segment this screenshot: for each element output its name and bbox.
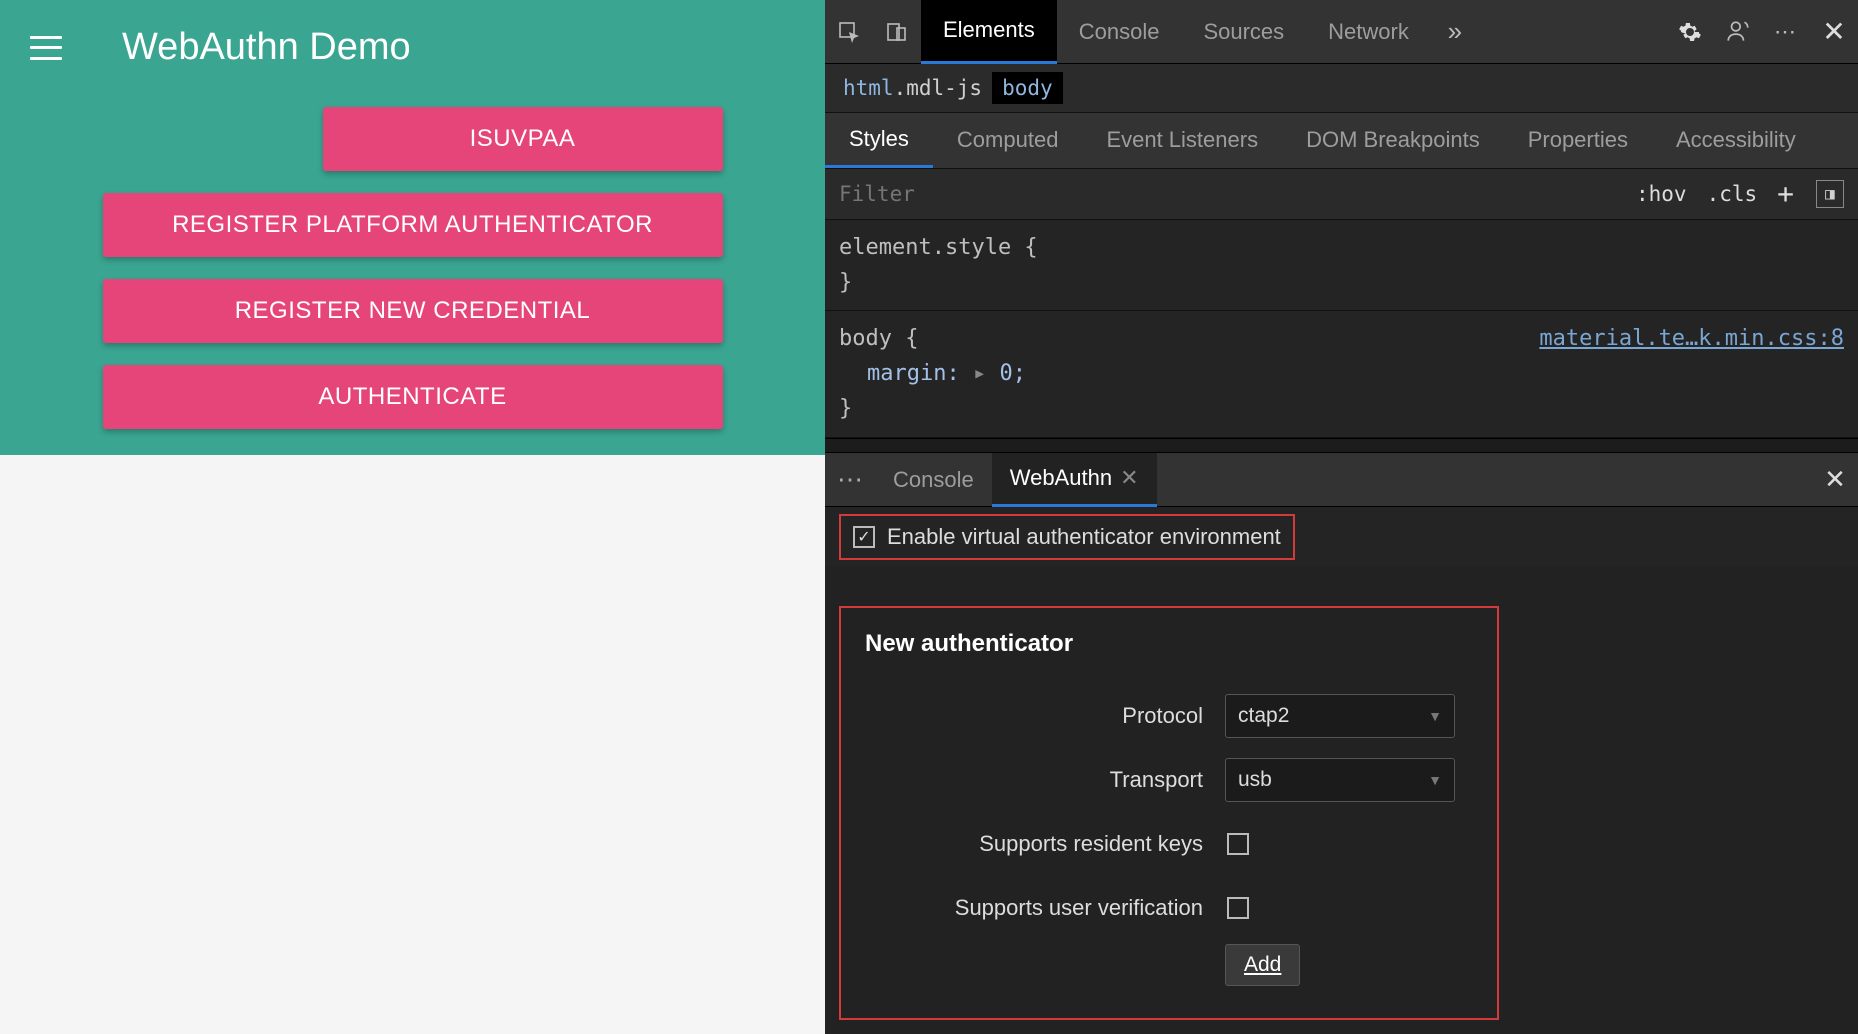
drawer-menu-icon[interactable]: ⋯ <box>825 464 875 495</box>
enable-virtual-auth-label: Enable virtual authenticator environment <box>887 524 1281 550</box>
kebab-menu-icon[interactable]: ⋯ <box>1762 8 1810 56</box>
drawer-tab-webauthn[interactable]: WebAuthn ✕ <box>992 453 1157 507</box>
new-style-rule-icon[interactable]: + <box>1777 177 1794 210</box>
devtools-pane: Elements Console Sources Network » ⋯ ✕ h… <box>825 0 1858 1034</box>
close-devtools-icon[interactable]: ✕ <box>1810 8 1858 56</box>
webauthn-panel: New authenticator Protocol ctap2 ▼ Trans… <box>825 566 1858 1034</box>
protocol-label: Protocol <box>865 703 1225 729</box>
toggle-sidebar-icon[interactable]: ◨ <box>1816 180 1844 208</box>
app-titlebar: WebAuthn Demo <box>0 0 825 89</box>
app-header: WebAuthn Demo ISUVPAA REGISTER PLATFORM … <box>0 0 825 455</box>
transport-value: usb <box>1238 768 1272 792</box>
tab-sources[interactable]: Sources <box>1181 0 1306 64</box>
menu-icon[interactable] <box>30 36 62 60</box>
resident-keys-label: Supports resident keys <box>865 831 1225 857</box>
user-verification-row: Supports user verification <box>865 880 1473 936</box>
isuvpaa-button[interactable]: ISUVPAA <box>323 107 723 171</box>
protocol-select[interactable]: ctap2 ▼ <box>1225 694 1455 738</box>
tab-console[interactable]: Console <box>1057 0 1182 64</box>
protocol-row: Protocol ctap2 ▼ <box>865 688 1473 744</box>
inspect-element-icon[interactable] <box>825 8 873 56</box>
transport-row: Transport usb ▼ <box>865 752 1473 808</box>
tab-elements[interactable]: Elements <box>921 0 1057 64</box>
css-rules: element.style { } material.te…k.min.css:… <box>825 220 1858 438</box>
close-tab-icon[interactable]: ✕ <box>1120 465 1138 491</box>
tab-network[interactable]: Network <box>1306 0 1431 64</box>
breadcrumb-html[interactable]: html.mdl-js <box>843 76 982 100</box>
enable-virtual-auth-checkbox[interactable]: ✓ <box>853 526 875 548</box>
subtab-properties[interactable]: Properties <box>1504 112 1652 168</box>
new-authenticator-card: New authenticator Protocol ctap2 ▼ Trans… <box>839 606 1499 1020</box>
feedback-icon[interactable] <box>1714 8 1762 56</box>
subtab-accessibility[interactable]: Accessibility <box>1652 112 1820 168</box>
drawer-tab-webauthn-label: WebAuthn <box>1010 465 1112 491</box>
breadcrumb-body[interactable]: body <box>992 72 1063 104</box>
styles-filter-row: :hov .cls + ◨ <box>825 169 1858 220</box>
rule-body[interactable]: material.te…k.min.css:8 body { margin: ▸… <box>825 311 1858 438</box>
protocol-value: ctap2 <box>1238 704 1289 728</box>
transport-select[interactable]: usb ▼ <box>1225 758 1455 802</box>
panel-divider[interactable] <box>825 438 1858 454</box>
devtools-topbar: Elements Console Sources Network » ⋯ ✕ <box>825 0 1858 64</box>
styles-subtabs: Styles Computed Event Listeners DOM Brea… <box>825 113 1858 169</box>
resident-keys-checkbox[interactable] <box>1227 833 1249 855</box>
app-title: WebAuthn Demo <box>122 26 411 69</box>
chevron-down-icon: ▼ <box>1428 772 1442 788</box>
drawer-tabbar: ⋯ Console WebAuthn ✕ ✕ <box>825 453 1858 507</box>
enable-virtual-auth-highlight: ✓ Enable virtual authenticator environme… <box>839 514 1295 560</box>
settings-gear-icon[interactable] <box>1666 8 1714 56</box>
user-verification-label: Supports user verification <box>865 895 1225 921</box>
chevron-down-icon: ▼ <box>1428 708 1442 724</box>
webauthn-demo-pane: WebAuthn Demo ISUVPAA REGISTER PLATFORM … <box>0 0 825 1034</box>
drawer-tab-console[interactable]: Console <box>875 453 992 507</box>
authenticate-button[interactable]: AUTHENTICATE <box>103 365 723 429</box>
new-authenticator-heading: New authenticator <box>865 630 1473 658</box>
more-tabs-icon[interactable]: » <box>1431 8 1479 56</box>
subtab-styles[interactable]: Styles <box>825 112 933 168</box>
subtab-dom-breakpoints[interactable]: DOM Breakpoints <box>1282 112 1504 168</box>
toggle-cls[interactable]: .cls <box>1707 182 1758 206</box>
subtab-computed[interactable]: Computed <box>933 112 1083 168</box>
add-authenticator-button[interactable]: Add <box>1225 944 1300 986</box>
resident-keys-row: Supports resident keys <box>865 816 1473 872</box>
add-button-row: Add <box>865 944 1473 986</box>
stylesheet-source-link[interactable]: material.te…k.min.css:8 <box>1539 321 1844 356</box>
register-platform-authenticator-button[interactable]: REGISTER PLATFORM AUTHENTICATOR <box>103 193 723 257</box>
dom-breadcrumb: html.mdl-js body <box>825 64 1858 113</box>
button-stack: ISUVPAA REGISTER PLATFORM AUTHENTICATOR … <box>0 107 825 451</box>
close-drawer-icon[interactable]: ✕ <box>1812 464 1858 495</box>
styles-filter-input[interactable] <box>839 182 1626 206</box>
enable-virtual-auth-row: ✓ Enable virtual authenticator environme… <box>825 507 1858 566</box>
register-new-credential-button[interactable]: REGISTER NEW CREDENTIAL <box>103 279 723 343</box>
rule-element-style[interactable]: element.style { } <box>825 220 1858 311</box>
device-toolbar-icon[interactable] <box>873 8 921 56</box>
subtab-event-listeners[interactable]: Event Listeners <box>1082 112 1282 168</box>
user-verification-checkbox[interactable] <box>1227 897 1249 919</box>
toggle-hov[interactable]: :hov <box>1636 182 1687 206</box>
transport-label: Transport <box>865 767 1225 793</box>
